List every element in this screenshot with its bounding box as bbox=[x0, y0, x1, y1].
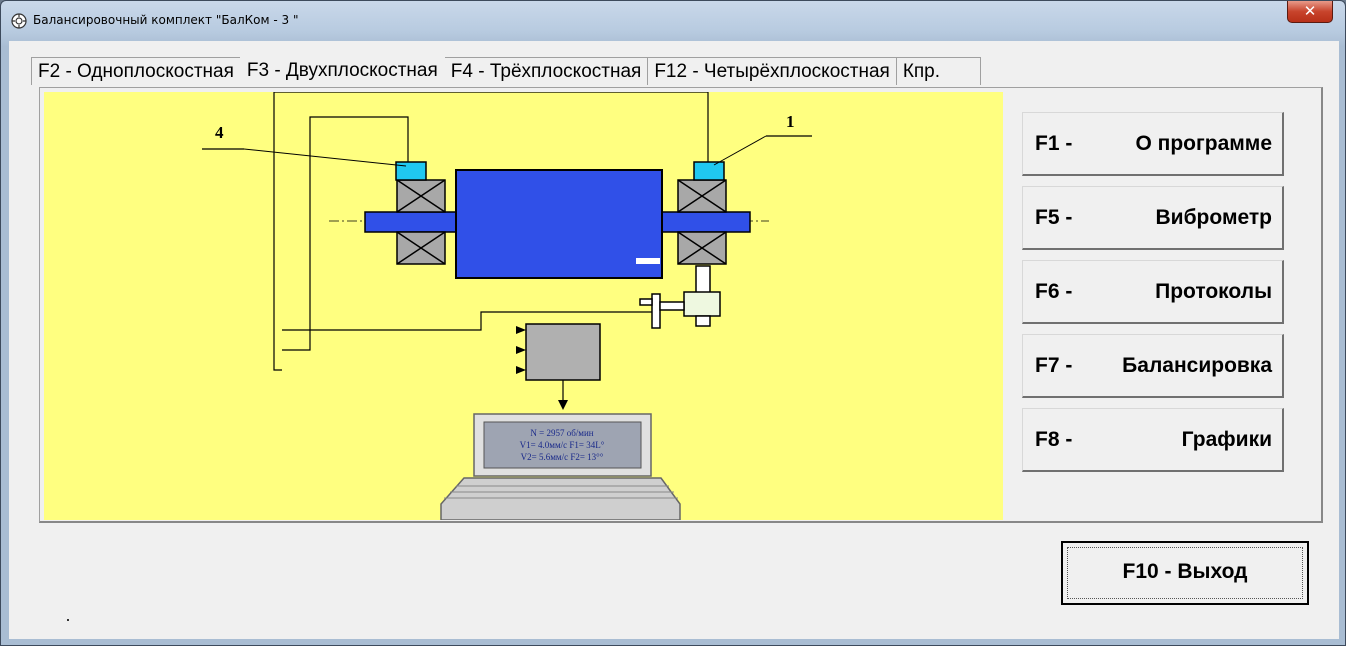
screen-line-2: V1= 4.0мм/с F1= 34L° bbox=[520, 440, 605, 450]
status-mark bbox=[67, 619, 69, 621]
app-icon bbox=[11, 13, 27, 29]
screen-line-1: N = 2957 об/мин bbox=[530, 428, 593, 438]
screen-line-3: V2= 5.6мм/с F2= 13°° bbox=[521, 452, 604, 462]
protocols-key: F6 - bbox=[1035, 280, 1073, 303]
about-button[interactable]: F1 - О программе bbox=[1022, 112, 1284, 176]
graphs-label: Графики bbox=[1181, 428, 1272, 451]
reference-mark bbox=[636, 258, 660, 264]
tab-four-plane[interactable]: F12 - Четырёхплоскостная bbox=[647, 57, 897, 85]
about-key: F1 - bbox=[1035, 132, 1073, 155]
tab-three-plane[interactable]: F4 - Трёхплоскостная bbox=[443, 57, 649, 85]
sensor-label-4-text: 4 bbox=[215, 123, 224, 142]
balancing-key: F7 - bbox=[1035, 354, 1073, 377]
tab-one-plane[interactable]: F2 - Одноплоскостная bbox=[31, 57, 241, 85]
protocols-button[interactable]: F6 - Протоколы bbox=[1022, 260, 1284, 324]
laptop-icon: N = 2957 об/мин V1= 4.0мм/с F1= 34L° V2=… bbox=[440, 413, 681, 520]
vibrometer-label: Виброметр bbox=[1155, 206, 1272, 229]
balancing-diagram: 4 1 N = 2957 об/мин V1= 4.0мм/с F1= 34L°… bbox=[44, 92, 1003, 520]
tab-two-plane[interactable]: F3 - Двухплоскостная bbox=[239, 53, 445, 85]
protocols-label: Протоколы bbox=[1155, 280, 1272, 303]
balancing-button[interactable]: F7 - Балансировка bbox=[1022, 334, 1284, 398]
tab-kpr[interactable]: Кпр. bbox=[895, 57, 982, 85]
close-icon: ✕ bbox=[1303, 2, 1317, 20]
window-title: Балансировочный комплект "БалКом - 3 " bbox=[33, 13, 299, 27]
exit-label: F10 - Выход bbox=[1122, 560, 1248, 583]
sensor-left bbox=[395, 161, 427, 181]
vibrometer-button[interactable]: F5 - Виброметр bbox=[1022, 186, 1284, 250]
title-bar: Балансировочный комплект "БалКом - 3 " ✕ bbox=[1, 1, 1345, 41]
tab-panel: 4 1 N = 2957 об/мин V1= 4.0мм/с F1= 34L°… bbox=[39, 87, 1323, 523]
close-button[interactable]: ✕ bbox=[1287, 1, 1333, 23]
sensor-right bbox=[693, 161, 725, 181]
graphs-key: F8 - bbox=[1035, 428, 1073, 451]
about-label: О программе bbox=[1135, 132, 1272, 155]
tab-strip: F2 - Одноплоскостная F3 - Двухплоскостна… bbox=[31, 53, 982, 85]
graphs-button[interactable]: F8 - Графики bbox=[1022, 408, 1284, 472]
vibrometer-key: F5 - bbox=[1035, 206, 1073, 229]
balancing-label: Балансировка bbox=[1122, 354, 1272, 377]
exit-button[interactable]: F10 - Выход bbox=[1061, 541, 1309, 605]
app-window: Балансировочный комплект "БалКом - 3 " ✕… bbox=[0, 0, 1346, 646]
sensor-label-1-text: 1 bbox=[786, 112, 795, 131]
client-area: F2 - Одноплоскостная F3 - Двухплоскостна… bbox=[9, 41, 1339, 639]
measuring-unit bbox=[525, 323, 601, 381]
rotor bbox=[455, 169, 663, 279]
